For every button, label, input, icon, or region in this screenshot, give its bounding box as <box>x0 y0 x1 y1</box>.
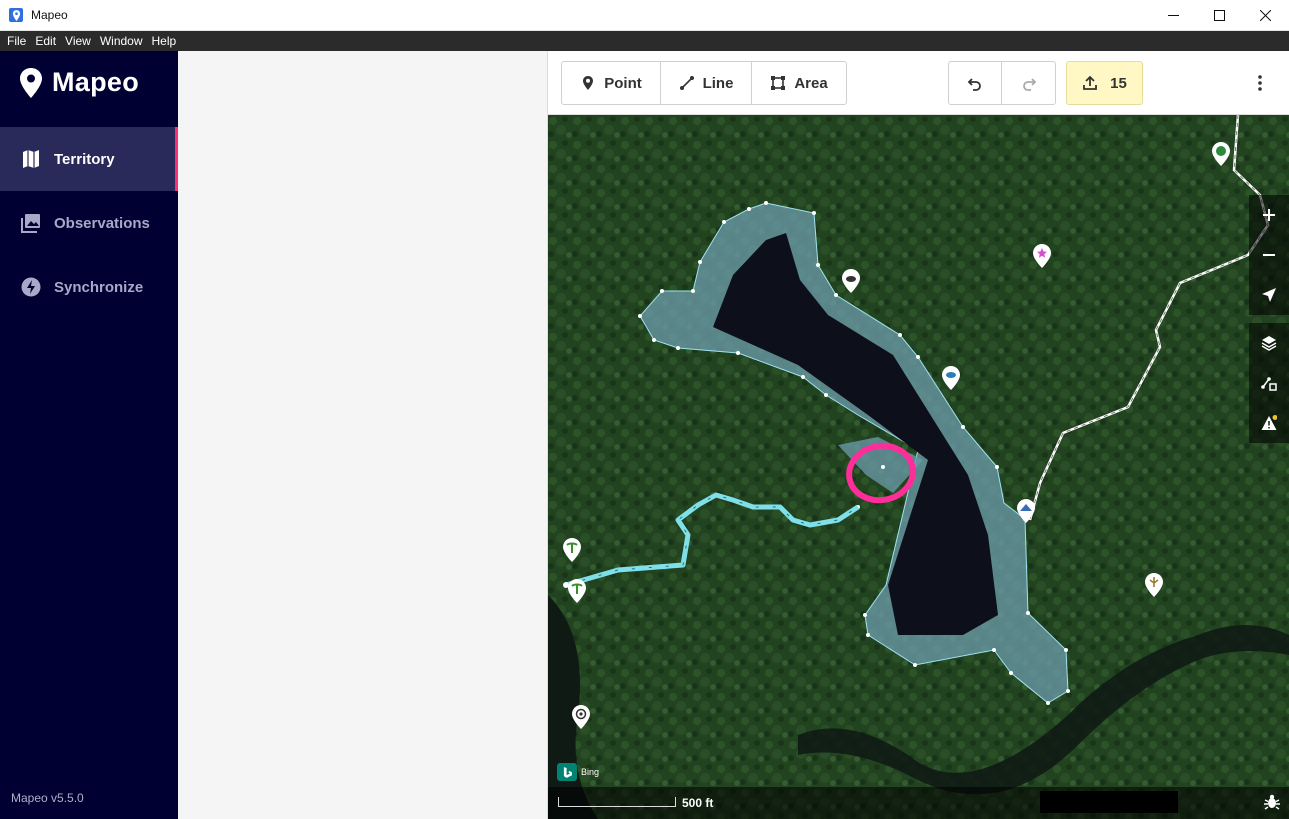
menu-edit[interactable]: Edit <box>31 31 60 51</box>
brand: Mapeo <box>20 67 139 98</box>
tree-pin-icon[interactable] <box>1145 573 1163 597</box>
map-footer: 500 ft <box>548 787 1289 819</box>
fish-pin-icon[interactable] <box>942 366 960 390</box>
minimize-button[interactable] <box>1150 0 1196 31</box>
sidebar-item-label: Synchronize <box>54 278 144 296</box>
history-tools <box>948 61 1056 105</box>
scale-label: 500 ft <box>682 796 714 810</box>
locate-button[interactable] <box>1249 275 1289 315</box>
map-controls <box>1249 195 1289 443</box>
sidebar-item-label: Observations <box>54 214 150 232</box>
close-button[interactable] <box>1242 0 1288 31</box>
map-icon <box>23 150 39 168</box>
satellite-imagery <box>548 115 1289 819</box>
more-vertical-icon <box>1258 75 1262 91</box>
app-version: Mapeo v5.5.0 <box>11 791 84 805</box>
point-button[interactable]: Point <box>562 62 661 104</box>
scale-bar <box>558 797 676 807</box>
redo-icon <box>1022 78 1036 91</box>
map-pin-logo-icon <box>20 67 42 98</box>
menu-bar: File Edit View Window Help <box>0 31 1289 51</box>
side-panel <box>178 51 548 819</box>
bolt-icon <box>21 277 41 297</box>
shape-edit-icon <box>1261 377 1277 391</box>
line-label: Line <box>702 74 734 92</box>
plant-pin-icon[interactable] <box>1212 142 1230 166</box>
title-bar: Mapeo <box>0 0 1289 31</box>
sidebar: Mapeo Territory Observations Synchronize… <box>0 51 178 819</box>
photo-icon <box>21 214 40 233</box>
bing-attribution[interactable]: Bing <box>557 763 599 781</box>
camp-pin-icon[interactable] <box>1017 499 1035 523</box>
undo-icon <box>967 78 981 91</box>
line-button[interactable]: Line <box>661 62 752 104</box>
sidebar-item-territory[interactable]: Territory <box>0 127 178 191</box>
undo-button[interactable] <box>949 62 1002 104</box>
zoom-out-button[interactable] <box>1249 235 1289 275</box>
navigation-arrow-icon <box>1262 288 1276 302</box>
warning-icon <box>1261 415 1277 430</box>
bug-icon[interactable] <box>1263 793 1281 811</box>
point-label: Point <box>604 74 642 92</box>
zoom-in-button[interactable] <box>1249 195 1289 235</box>
layers-button[interactable] <box>1249 323 1289 363</box>
menu-file[interactable]: File <box>3 31 30 51</box>
animal-pin-icon[interactable] <box>842 269 860 293</box>
maximize-icon <box>1213 10 1225 21</box>
upload-button[interactable]: 15 <box>1066 61 1143 105</box>
more-menu-button[interactable] <box>1250 71 1270 95</box>
window-title: Mapeo <box>31 8 68 22</box>
draw-tools: Point Line Area <box>561 61 847 105</box>
map-data-button[interactable] <box>1249 363 1289 403</box>
app-icon <box>9 8 23 22</box>
minimize-icon <box>1167 15 1179 16</box>
close-icon <box>1259 10 1271 21</box>
star-pin-icon[interactable] <box>1033 244 1051 268</box>
palm-pin-icon[interactable] <box>568 579 586 603</box>
sidebar-item-synchronize[interactable]: Synchronize <box>0 255 178 319</box>
area-button[interactable]: Area <box>752 62 846 104</box>
brand-name: Mapeo <box>52 67 140 97</box>
menu-window[interactable]: Window <box>96 31 147 51</box>
layers-icon <box>1261 336 1277 351</box>
menu-view[interactable]: View <box>61 31 95 51</box>
sidebar-item-observations[interactable]: Observations <box>0 191 178 255</box>
area-icon <box>771 76 786 90</box>
plus-icon <box>1263 209 1275 221</box>
point-icon <box>583 76 594 90</box>
map-toolbar: Point Line Area 15 <box>548 51 1289 115</box>
palm-pin-icon[interactable] <box>563 538 581 562</box>
attribution-label: Bing <box>581 767 600 777</box>
issues-button[interactable] <box>1249 403 1289 443</box>
redo-button[interactable] <box>1002 62 1055 104</box>
minus-icon <box>1263 254 1275 256</box>
area-label: Area <box>794 74 828 92</box>
bing-logo-icon <box>557 763 577 781</box>
maximize-button[interactable] <box>1196 0 1242 31</box>
menu-help[interactable]: Help <box>148 31 181 51</box>
hazard-pin-icon[interactable] <box>572 705 590 729</box>
upload-count: 15 <box>1110 74 1127 92</box>
sidebar-item-label: Territory <box>54 150 115 168</box>
map-canvas[interactable]: Bing 500 ft <box>548 115 1289 819</box>
upload-icon <box>1083 75 1098 90</box>
redacted-area <box>1040 791 1178 813</box>
line-icon <box>679 76 694 90</box>
